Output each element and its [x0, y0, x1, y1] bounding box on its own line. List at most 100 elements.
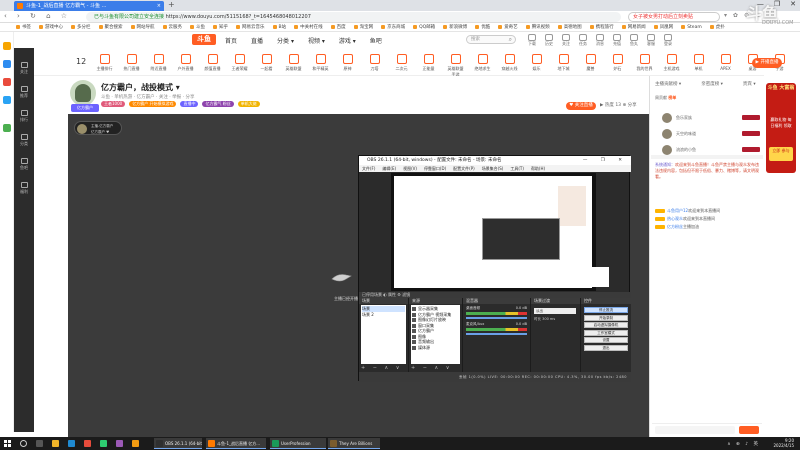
top-nav-item[interactable]: 分类 ▾	[277, 36, 294, 45]
bookmark-item[interactable]: 游戏中心	[39, 23, 63, 31]
send-button[interactable]	[739, 426, 759, 434]
browser-nav-icons[interactable]: ‹ › ↻ ⌂ ☆	[4, 12, 71, 20]
chat-input[interactable]	[655, 426, 735, 434]
taskbar-app[interactable]: They Are Billions	[328, 438, 380, 449]
obs-menu-item[interactable]: 视图(V)	[403, 165, 417, 172]
bookmark-item[interactable]: 新浪微博	[443, 23, 467, 31]
obs-control-button[interactable]: 启动虚拟摄像机	[584, 322, 628, 328]
bookmark-item[interactable]: 多分栏	[71, 23, 91, 31]
sidebar-history-icon[interactable]	[3, 60, 11, 68]
side-nav-item[interactable]: 关注	[14, 62, 34, 75]
side-nav-item[interactable]: 排行	[14, 110, 34, 123]
side-nav-item[interactable]: 推荐	[14, 86, 34, 99]
bookmark-item[interactable]: 知乎	[213, 23, 228, 31]
transition-select[interactable]: 淡出	[534, 308, 576, 314]
scene-item[interactable]: 场景 2	[362, 312, 405, 318]
top-nav-item[interactable]: 游戏 ▾	[339, 36, 356, 45]
bookmark-item[interactable]: 优酷	[475, 23, 490, 31]
obs-control-button[interactable]: 开始录制	[584, 314, 628, 321]
category-item[interactable]: 魔兽	[582, 54, 599, 78]
chat-tab[interactable]: 贵宾 ▾	[743, 81, 756, 87]
chat-tab[interactable]: 主播贡献榜 ▾	[655, 81, 681, 87]
category-item[interactable]: 绝地求生	[474, 54, 491, 78]
category-item[interactable]: 我的世界	[636, 54, 653, 78]
promo-cta[interactable]: 立即 参与	[769, 147, 793, 161]
room-tag[interactable]: 王者1000	[101, 101, 126, 107]
header-icon-button[interactable]: 关注	[562, 34, 570, 47]
anchor-tag[interactable]: 主播-亿方霸户 亿方霸户 ♥	[74, 121, 122, 135]
obs-control-button[interactable]: 设置	[584, 337, 628, 343]
bookmark-item[interactable]: 京东商城	[381, 23, 405, 31]
obs-window[interactable]: OBS 26.1.1 (64-bit, windows) - 配置文件: 未命名…	[358, 155, 631, 382]
bookmark-item[interactable]: 书签	[16, 23, 31, 31]
douyu-search-input[interactable]: 搜索 ⌕	[466, 35, 516, 44]
side-nav-item[interactable]: 鱼吧	[14, 158, 34, 171]
category-item[interactable]: 单机	[690, 54, 707, 78]
header-icon-button[interactable]: 客服	[647, 34, 655, 47]
app-green-icon[interactable]	[100, 440, 107, 447]
sidebar-favorites-icon[interactable]	[3, 42, 11, 50]
room-tag[interactable]: 亿方霸户 开始模拟游戏	[129, 101, 177, 107]
bookmark-item[interactable]: QQ邮箱	[413, 23, 435, 31]
sources-controls[interactable]: + − ∧ ∨	[411, 365, 452, 371]
streamer-avatar[interactable]	[70, 80, 96, 106]
category-item[interactable]: 英雄联盟手游	[447, 54, 464, 78]
bookmark-item[interactable]: 网易云音乐	[236, 23, 265, 31]
sidebar-tool-icon[interactable]	[3, 124, 11, 132]
header-icon-button[interactable]: 消息	[596, 34, 604, 47]
obs-menu-item[interactable]: 帮助(H)	[531, 165, 545, 172]
start-stream-button[interactable]: ▶ 开播直播	[752, 58, 782, 68]
browser-tab-active[interactable]: 斗鱼-1_战后直播 亿方霸气 - 斗鱼 ... ×	[14, 1, 164, 11]
obs-menu-item[interactable]: 工具(T)	[510, 165, 524, 172]
category-item[interactable]: 一起看	[258, 54, 275, 78]
side-nav-item[interactable]: 分类	[14, 134, 34, 147]
browser-search-field[interactable]: 女子被女男打动后立刻卖贴	[628, 12, 720, 22]
category-item[interactable]: 穿越火线	[501, 54, 518, 78]
category-item[interactable]: 娱乐	[528, 54, 545, 78]
sources-list[interactable]: 显示器采集 亿方霸户 视频采集 图像幻灯片放映 窗口采集 亿方霸户 图像 音频输出 媒体源	[411, 305, 460, 364]
header-icon-button[interactable]: 鱼丸	[630, 34, 638, 47]
obs-menu-item[interactable]: 文件(F)	[362, 165, 375, 172]
category-item[interactable]: 王者荣耀	[231, 54, 248, 78]
taskbar-app[interactable]: 斗鱼-1_战后直播 亿方...	[206, 438, 266, 449]
obs-control-button[interactable]: 停止推流	[584, 307, 628, 313]
top-nav-item[interactable]: 首页	[225, 36, 237, 45]
room-tag[interactable]: 单机大佬	[237, 101, 260, 107]
category-item[interactable]: 主播排行	[96, 54, 113, 78]
bookmark-item[interactable]: 虎扑	[710, 23, 725, 31]
search-icon[interactable]	[20, 440, 27, 447]
taskbar-app[interactable]: UserProfession	[270, 438, 326, 449]
url-field[interactable]: 已与斗鱼有限公司建立安全连接 https://www.douyu.com/511…	[86, 12, 621, 22]
rank-item[interactable]: 天空的味道	[662, 128, 760, 140]
bookmark-item[interactable]: 百度	[331, 23, 346, 31]
bookmark-item[interactable]: 网易新闻	[622, 23, 646, 31]
bookmark-item[interactable]: Steam	[681, 23, 702, 31]
bookmark-item[interactable]: 网站导航	[131, 23, 155, 31]
category-item[interactable]: 刀塔	[366, 54, 383, 78]
top-nav-item[interactable]: 鱼吧	[370, 36, 382, 45]
rank-item[interactable]: 鱼乐家族	[662, 112, 760, 124]
room-tag[interactable]: 亿方霸气 粉丝	[202, 101, 234, 107]
task-view-icon[interactable]	[36, 440, 43, 447]
room-tag[interactable]: 直播中	[180, 101, 199, 107]
follow-button[interactable]: ♥ 关注直播	[566, 102, 596, 110]
chat-tab[interactable]: 亲密度榜 ▾	[701, 81, 723, 87]
category-item[interactable]: 原神	[339, 54, 356, 78]
header-icon-button[interactable]: 充值	[613, 34, 621, 47]
obs-menu-item[interactable]: 配置文件(P)	[453, 165, 475, 172]
bookmark-item[interactable]: 中关村在线	[294, 23, 323, 31]
category-item[interactable]: 英雄联盟	[285, 54, 302, 78]
bookmark-item[interactable]: 云服务	[163, 23, 183, 31]
category-item[interactable]: 二次元	[393, 54, 410, 78]
bookmark-item[interactable]: 凤凰网	[654, 23, 674, 31]
app-red-icon[interactable]	[84, 440, 91, 447]
sidebar-downloads-icon[interactable]	[3, 78, 11, 86]
header-icon-button[interactable]: 登录	[664, 34, 672, 47]
edge-icon[interactable]	[68, 440, 75, 447]
bookmark-item[interactable]: 腾讯视频	[526, 23, 550, 31]
scenes-controls[interactable]: + − ∧ ∨	[361, 365, 402, 371]
obs-menu-item[interactable]: 停靠窗口(D)	[424, 165, 446, 172]
app-purple-icon[interactable]	[116, 440, 123, 447]
bookmark-item[interactable]: 斗鱼	[190, 23, 205, 31]
header-icon-button[interactable]: 下载	[528, 34, 536, 47]
